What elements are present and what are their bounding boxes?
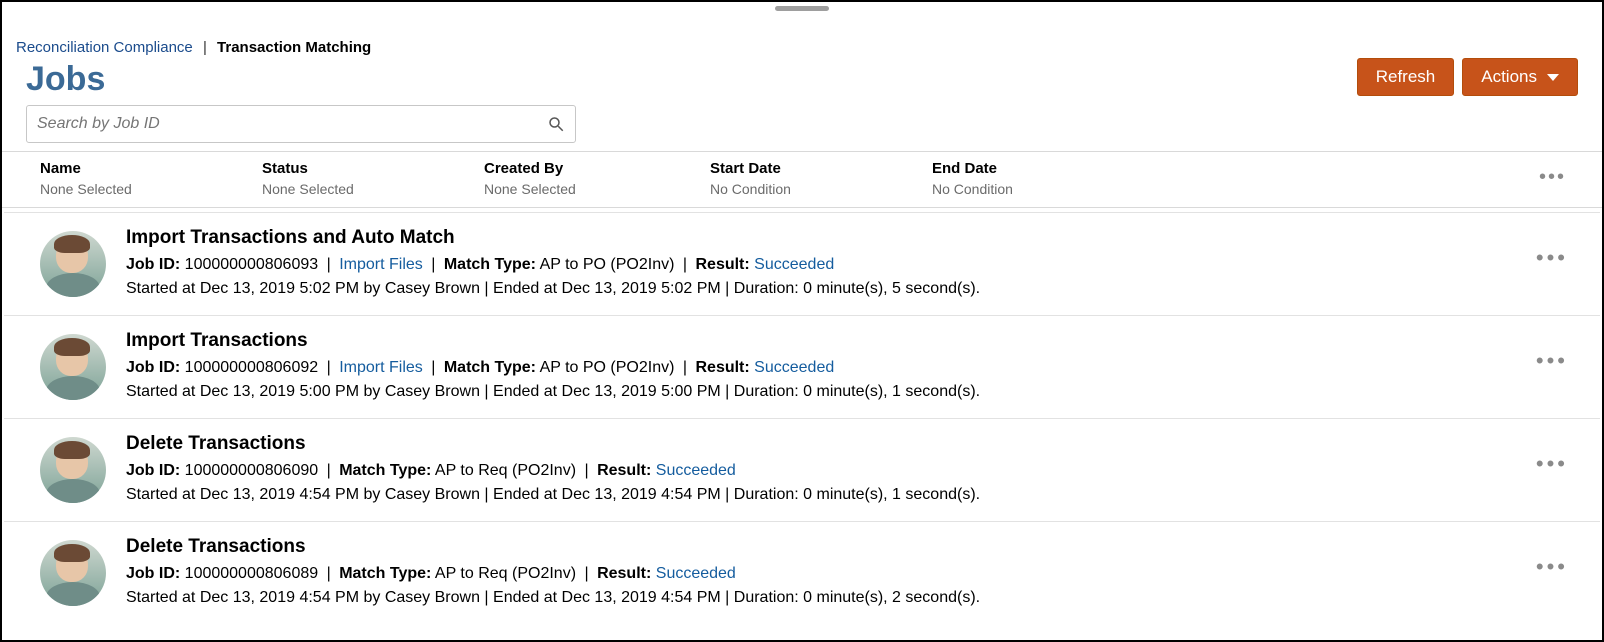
job-meta-line: Job ID: 100000000806090 | Match Type: AP…	[126, 459, 1540, 483]
avatar	[40, 231, 106, 297]
breadcrumb-current: Transaction Matching	[217, 39, 371, 56]
result-link[interactable]: Succeeded	[754, 256, 834, 273]
result-link[interactable]: Succeeded	[656, 462, 736, 479]
job-row[interactable]: Import Transactions and Auto Match Job ID…	[4, 212, 1600, 315]
job-time-line: Started at Dec 13, 2019 4:54 PM by Casey…	[126, 483, 1540, 507]
row-actions-icon[interactable]: •••	[1536, 245, 1568, 271]
filter-bar: Name None Selected Status None Selected …	[2, 151, 1602, 208]
search-input[interactable]	[37, 115, 547, 133]
job-meta-line: Job ID: 100000000806092 | Import Files |…	[126, 356, 1540, 380]
page-title: Jobs	[26, 60, 371, 99]
job-meta-line: Job ID: 100000000806089 | Match Type: AP…	[126, 562, 1540, 586]
job-time-line: Started at Dec 13, 2019 5:00 PM by Casey…	[126, 380, 1540, 404]
job-time-line: Started at Dec 13, 2019 4:54 PM by Casey…	[126, 586, 1540, 610]
jobs-list[interactable]: Import Transactions and Auto Match Job ID…	[4, 208, 1600, 638]
filter-end-date[interactable]: End Date No Condition	[932, 160, 1232, 197]
job-meta-line: Job ID: 100000000806093 | Import Files |…	[126, 253, 1540, 277]
avatar	[40, 540, 106, 606]
job-time-line: Started at Dec 13, 2019 5:02 PM by Casey…	[126, 277, 1540, 301]
breadcrumb-separator: |	[203, 39, 207, 56]
job-row[interactable]: Delete Transactions Job ID: 1000000008060…	[4, 418, 1600, 521]
search-box[interactable]	[26, 105, 576, 143]
filter-created-by[interactable]: Created By None Selected	[484, 160, 710, 197]
filter-name[interactable]: Name None Selected	[40, 160, 262, 197]
row-actions-icon[interactable]: •••	[1536, 554, 1568, 580]
job-row[interactable]: Import Transactions Job ID: 1000000008060…	[4, 315, 1600, 418]
result-link[interactable]: Succeeded	[754, 359, 834, 376]
row-actions-icon[interactable]: •••	[1536, 348, 1568, 374]
job-title: Import Transactions	[126, 330, 1540, 352]
drag-handle[interactable]	[775, 6, 829, 11]
avatar	[40, 437, 106, 503]
search-icon[interactable]	[547, 115, 565, 133]
job-title: Import Transactions and Auto Match	[126, 227, 1540, 249]
import-files-link[interactable]: Import Files	[339, 256, 423, 273]
filter-status[interactable]: Status None Selected	[262, 160, 484, 197]
avatar	[40, 334, 106, 400]
row-actions-icon[interactable]: •••	[1536, 451, 1568, 477]
refresh-button[interactable]: Refresh	[1357, 58, 1455, 96]
job-title: Delete Transactions	[126, 433, 1540, 455]
result-link[interactable]: Succeeded	[656, 565, 736, 582]
job-title: Delete Transactions	[126, 536, 1540, 558]
breadcrumb-link-reconciliation[interactable]: Reconciliation Compliance	[16, 39, 193, 56]
breadcrumb: Reconciliation Compliance | Transaction …	[16, 38, 371, 58]
filter-start-date[interactable]: Start Date No Condition	[710, 160, 932, 197]
filter-more-icon[interactable]: •••	[1539, 166, 1566, 189]
job-row[interactable]: Delete Transactions Job ID: 1000000008060…	[4, 521, 1600, 624]
actions-button[interactable]: Actions	[1462, 58, 1578, 96]
import-files-link[interactable]: Import Files	[339, 359, 423, 376]
chevron-down-icon	[1547, 74, 1559, 81]
